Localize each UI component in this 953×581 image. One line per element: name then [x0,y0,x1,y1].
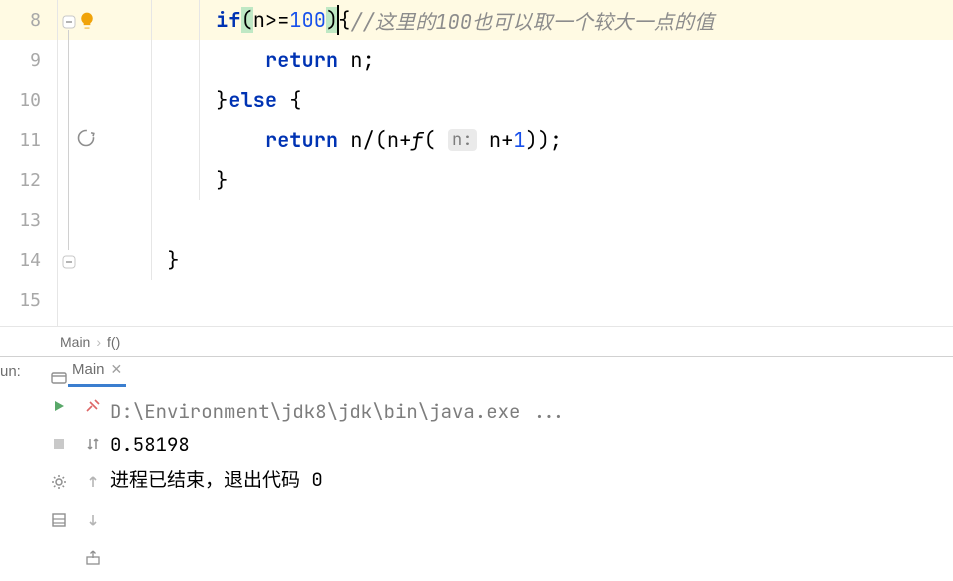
fold-handle-icon[interactable] [62,13,76,27]
line-number: 15 [0,280,57,320]
console-exit-line: 进程已结束，退出代码 0 [110,461,953,496]
breadcrumb-item[interactable]: Main [60,334,90,350]
breadcrumb[interactable]: Main › f() [0,326,953,356]
arrow-down-icon[interactable] [84,511,102,535]
run-tool-window: un: Main ✕ [0,356,953,581]
code-line[interactable]: return n/(n+f( n: n+1)); [113,120,953,160]
layout-icon[interactable] [50,511,68,535]
run-tabs: Main ✕ [42,357,953,387]
line-number: 14 [0,240,57,280]
keyword-return: return [265,47,338,73]
line-number: 10 [0,80,57,120]
chevron-right-icon: › [96,334,101,350]
rerun-icon[interactable] [50,397,68,421]
code-line[interactable]: if(n>=100){//这里的100也可以取一个较大一点的值 [113,0,953,40]
line-number: 11 [0,120,57,160]
line-comment: //这里的100也可以取一个较大一点的值 [350,6,714,35]
run-actions-secondary [76,387,110,581]
close-icon[interactable]: ✕ [111,361,123,378]
sort-icon[interactable] [84,435,102,459]
intention-bulb-icon[interactable] [77,11,95,29]
code-line[interactable] [113,280,953,320]
settings-icon[interactable] [50,473,68,497]
keyword-if: if [216,7,240,33]
keyword-return: return [265,127,338,153]
gutter-icons [58,0,113,326]
run-tab-main[interactable]: Main ✕ [68,357,126,387]
code-area[interactable]: if(n>=100){//这里的100也可以取一个较大一点的值 return n… [113,0,953,326]
console-stdout-line: 0.58198 [110,428,953,461]
parameter-hint: n: [448,129,477,151]
gutter-icon-row [58,0,113,40]
gutter-icon-row [58,240,113,280]
code-line[interactable] [113,200,953,240]
code-line[interactable]: } [113,240,953,280]
code-editor[interactable]: 8 9 10 11 12 13 14 15 [0,0,953,326]
breadcrumb-item[interactable]: f() [107,334,120,350]
console-command-line: D:\Environment\jdk8\jdk\bin\java.exe ... [110,395,953,428]
line-number: 12 [0,160,57,200]
run-label: un: [0,357,42,581]
console-output[interactable]: D:\Environment\jdk8\jdk\bin\java.exe ...… [110,387,953,581]
run-actions-primary [42,387,76,581]
method-call: f [411,127,423,153]
export-icon[interactable] [84,549,102,573]
fold-handle-icon[interactable] [62,253,76,267]
run-tab-label: Main [72,361,105,378]
code-line[interactable]: }else { [113,80,953,120]
stop-icon[interactable] [50,435,68,459]
line-number-gutter: 8 9 10 11 12 13 14 15 [0,0,58,326]
line-number: 9 [0,40,57,80]
application-icon [50,369,68,387]
arrow-up-icon[interactable] [84,473,102,497]
code-line[interactable]: return n; [113,40,953,80]
line-number: 13 [0,200,57,240]
code-line[interactable]: } [113,160,953,200]
keyword-else: else [228,87,277,113]
gutter-icon-row [58,120,113,160]
line-number: 8 [0,0,57,40]
pin-icon[interactable] [84,397,102,421]
recursive-call-icon[interactable] [76,128,96,153]
